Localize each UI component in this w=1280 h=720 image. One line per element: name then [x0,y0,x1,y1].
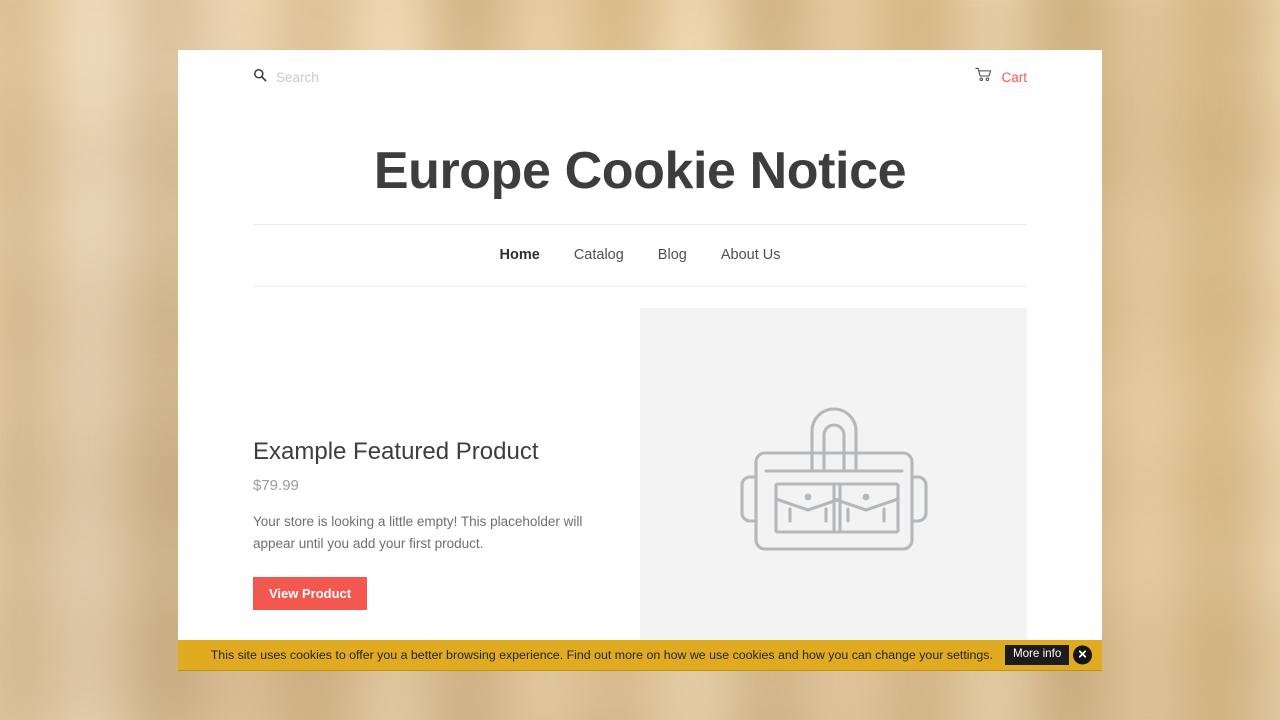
view-product-button[interactable]: View Product [253,576,368,610]
featured-product-image[interactable] [640,307,1027,643]
shopping-cart-icon [975,67,992,87]
page-title: Europe Cookie Notice [373,142,907,200]
nav-item-about-us[interactable]: About Us [721,247,781,263]
close-icon [1077,648,1088,663]
briefcase-placeholder-icon [714,373,954,578]
storefront-page: Cart Europe Cookie Notice Home Catalog B… [178,50,1102,670]
cookie-banner-message: This site uses cookies to offer you a be… [210,648,993,662]
featured-product-details: Example Featured Product $79.99 Your sto… [253,308,640,643]
featured-product: Example Featured Product $79.99 Your sto… [253,287,1027,643]
utility-bar: Cart [253,50,1027,98]
featured-product-title: Example Featured Product [253,437,539,465]
cookie-more-info-button[interactable]: More info [1004,645,1070,665]
cookie-close-button[interactable] [1073,645,1092,665]
main-navigation: Home Catalog Blog About Us [253,223,1027,287]
search-field[interactable] [253,68,456,87]
cookie-consent-banner: This site uses cookies to offer you a be… [178,640,1102,671]
nav-item-blog[interactable]: Blog [658,247,687,263]
featured-product-description: Your store is looking a little empty! Th… [253,513,583,551]
cart-label: Cart [1001,69,1027,85]
featured-product-price: $79.99 [253,476,299,494]
search-input[interactable] [276,69,456,85]
cart-link[interactable]: Cart [975,67,1027,87]
nav-item-home[interactable]: Home [500,247,540,263]
nav-item-catalog[interactable]: Catalog [574,247,624,263]
search-icon [253,68,267,87]
